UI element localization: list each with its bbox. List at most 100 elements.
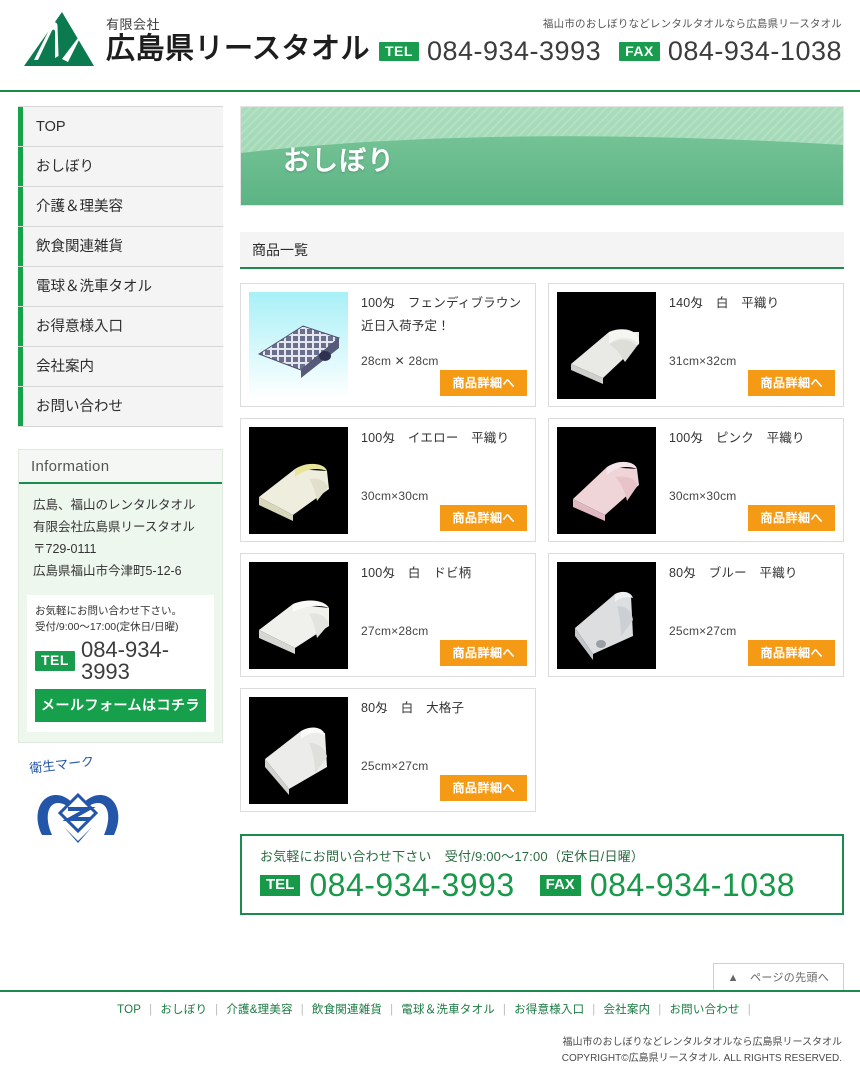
contact-fax-number: 084-934-1038	[589, 867, 796, 903]
sidebar-nav: TOP おしぼり 介護＆理美容 飲食関連雑貨 電球＆洗車タオル お得意様入口 会…	[18, 106, 223, 427]
product-image-blue	[557, 562, 656, 669]
main-content: おしぼり 商品一覧 100匁 フェンディブラウン 近日入荷予定！ 28cm ✕ …	[240, 106, 844, 992]
footer-separator: |	[747, 1004, 751, 1016]
contact-tel-number: 084-934-3993	[309, 867, 515, 903]
product-card[interactable]: 140匁 白 平織り 31cm×32cm 商品詳細へ	[548, 283, 844, 407]
section-heading-product-list: 商品一覧	[240, 232, 844, 269]
product-image-fendi-brown	[249, 292, 348, 399]
mail-form-button[interactable]: メールフォームはコチラ	[35, 689, 206, 723]
footer-item-top[interactable]: TOP	[109, 1004, 149, 1016]
information-contact: お気軽にお問い合わせ下さい。 受付/9:00～17:00(定休日/日曜) TEL…	[27, 594, 214, 733]
product-size: 31cm×32cm	[669, 354, 737, 368]
sidebar-item-kaisha-annai[interactable]: 会社案内	[18, 347, 223, 387]
footer-copy-line-1: 福山市のおしぼりなどレンタルタオルなら広島県リースタオル	[562, 1037, 843, 1048]
footer-copyright: 福山市のおしぼりなどレンタルタオルなら広島県リースタオル COPYRIGHT©広…	[0, 1035, 860, 1067]
sidebar-item-otoiawase[interactable]: お問い合わせ	[18, 387, 223, 427]
product-image-white-ohgoushi	[249, 697, 348, 804]
fax-label-chip: FAX	[619, 41, 660, 62]
towel-photo	[557, 562, 656, 669]
contact-banner: お気軽にお問い合わせ下さい 受付/9:00～17:00（定休日/日曜） TEL …	[240, 834, 844, 915]
footer-item-oshibori[interactable]: おしぼり	[152, 1004, 215, 1016]
product-size: 30cm×30cm	[669, 489, 737, 503]
towel-photo	[249, 697, 348, 804]
tel-label-chip: TEL	[379, 41, 419, 62]
product-title: 100匁 ピンク 平織り	[669, 431, 805, 445]
product-detail-button[interactable]: 商品詳細へ	[748, 640, 835, 666]
company-sub-name: 有限会社	[106, 16, 161, 32]
sidebar-item-otokuisama-iriguchi[interactable]: お得意様入口	[18, 307, 223, 347]
product-image-white-dobi	[249, 562, 348, 669]
contact-banner-numbers: TEL 084-934-3993 FAX 084-934-1038	[260, 869, 842, 901]
footer-item-kaisha-annai[interactable]: 会社案内	[595, 1004, 658, 1016]
product-detail-button[interactable]: 商品詳細へ	[440, 505, 527, 531]
site-footer: TOP | おしぼり | 介護&理美容 | 飲食関連雑貨 | 電球＆洗車タオル | お得意様入口 | 会…	[0, 990, 860, 1067]
product-size: 25cm×27cm	[669, 624, 737, 638]
sidebar: TOP おしぼり 介護＆理美容 飲食関連雑貨 電球＆洗車タオル お得意様入口 会…	[18, 106, 223, 848]
footer-item-otoiawase[interactable]: お問い合わせ	[661, 1004, 747, 1016]
product-card[interactable]: 100匁 白 ドビ柄 27cm×28cm 商品詳細へ	[240, 553, 536, 677]
product-detail-button[interactable]: 商品詳細へ	[748, 505, 835, 531]
information-heading: Information	[19, 450, 222, 484]
product-detail-button[interactable]: 商品詳細へ	[440, 370, 527, 396]
towel-photo	[249, 562, 348, 669]
svg-text:衛生マーク: 衛生マーク	[29, 757, 95, 776]
brand-logo[interactable]: 有限会社 広島県リースタオル	[22, 10, 370, 68]
page-title: おしぼり	[283, 146, 395, 176]
information-box: Information 広島、福山のレンタルタオル 有限会社広島県リースタオル …	[18, 449, 223, 744]
sidebar-item-kaigo-ribiyou[interactable]: 介護＆理美容	[18, 187, 223, 227]
product-info: 100匁 白 ドビ柄 27cm×28cm 商品詳細へ	[348, 562, 527, 668]
product-card[interactable]: 100匁 フェンディブラウン 近日入荷予定！ 28cm ✕ 28cm 商品詳細へ	[240, 283, 546, 407]
product-size: 28cm ✕ 28cm	[361, 354, 439, 368]
info-note-1: お気軽にお問い合わせ下さい。	[35, 604, 182, 617]
pagetop-row: ▲ ページの先頭へ	[240, 963, 844, 992]
info-postal-code: 〒729-0111	[33, 541, 97, 556]
product-grid: 100匁 フェンディブラウン 近日入荷予定！ 28cm ✕ 28cm 商品詳細へ	[240, 283, 844, 812]
product-title: 80匁 ブルー 平織り	[669, 566, 798, 580]
product-detail-button[interactable]: 商品詳細へ	[748, 370, 835, 396]
product-card[interactable]: 80匁 ブルー 平織り 25cm×27cm 商品詳細へ	[548, 553, 844, 677]
towel-photo	[249, 292, 348, 399]
product-detail-button[interactable]: 商品詳細へ	[440, 640, 527, 666]
product-size: 27cm×28cm	[361, 624, 429, 638]
page-banner: おしぼり	[240, 106, 844, 206]
footer-item-otokuisama-iriguchi[interactable]: お得意様入口	[506, 1004, 592, 1016]
sidebar-item-top[interactable]: TOP	[18, 107, 223, 147]
footer-copy-line-2: COPYRIGHT©広島県リースタオル. ALL RIGHTS RESERVED…	[561, 1053, 842, 1064]
product-info: 80匁 ブルー 平織り 25cm×27cm 商品詳細へ	[656, 562, 835, 668]
footer-item-kaigo-ribiyou[interactable]: 介護&理美容	[218, 1004, 300, 1016]
towel-photo	[557, 292, 656, 399]
info-tel-number: 084-934-3993	[80, 637, 170, 685]
contact-tel-label-chip: TEL	[260, 874, 301, 896]
site-header: 有限会社 広島県リースタオル 福山市のおしぼりなどレンタルタオルなら広島県リース…	[0, 0, 860, 92]
info-line-2: 有限会社広島県リースタオル	[33, 519, 195, 534]
product-detail-button[interactable]: 商品詳細へ	[440, 775, 527, 801]
company-logo-icon	[24, 12, 94, 66]
product-card[interactable]: 80匁 白 大格子 25cm×27cm 商品詳細へ	[240, 688, 536, 812]
product-image-pink	[557, 427, 656, 534]
towel-photo	[557, 427, 656, 534]
product-title: 100匁 イエロー 平織り	[361, 431, 510, 445]
header-fax-number: 084-934-1038	[667, 36, 842, 66]
contact-fax-label-chip: FAX	[539, 874, 581, 896]
product-info: 140匁 白 平織り 31cm×32cm 商品詳細へ	[656, 292, 835, 398]
pagetop-button[interactable]: ▲ ページの先頭へ	[712, 963, 844, 992]
product-size: 30cm×30cm	[361, 489, 429, 503]
product-card[interactable]: 100匁 イエロー 平織り 30cm×30cm 商品詳細へ	[240, 418, 536, 542]
product-image-white-140	[557, 292, 656, 399]
product-size: 25cm×27cm	[361, 759, 429, 773]
footer-nav: TOP | おしぼり | 介護&理美容 | 飲食関連雑貨 | 電球＆洗車タオル | お得意様入口 | 会…	[0, 1001, 860, 1017]
product-card[interactable]: 100匁 ピンク 平織り 30cm×30cm 商品詳細へ	[548, 418, 844, 542]
sidebar-item-inshoku-zakka[interactable]: 飲食関連雑貨	[18, 227, 223, 267]
info-tel-label-chip: TEL	[35, 651, 75, 671]
product-title: 140匁 白 平織り	[669, 296, 780, 310]
sidebar-item-oshibori[interactable]: おしぼり	[18, 147, 223, 187]
information-address: 広島、福山のレンタルタオル 有限会社広島県リースタオル 〒729-0111 広島…	[19, 484, 222, 591]
info-street-address: 広島県福山市今津町5-12-6	[33, 563, 182, 578]
footer-item-inshoku-zakka[interactable]: 飲食関連雑貨	[304, 1004, 390, 1016]
product-info: 100匁 フェンディブラウン 近日入荷予定！ 28cm ✕ 28cm 商品詳細へ	[348, 292, 546, 398]
eisei-mark-icon: 衛生マーク	[29, 753, 119, 844]
product-image-yellow	[249, 427, 348, 534]
company-name: 広島県リースタオル	[106, 33, 371, 66]
footer-item-denkyu-senshataoru[interactable]: 電球＆洗車タオル	[393, 1004, 503, 1016]
sidebar-item-denkyu-senshataoru[interactable]: 電球＆洗車タオル	[18, 267, 223, 307]
